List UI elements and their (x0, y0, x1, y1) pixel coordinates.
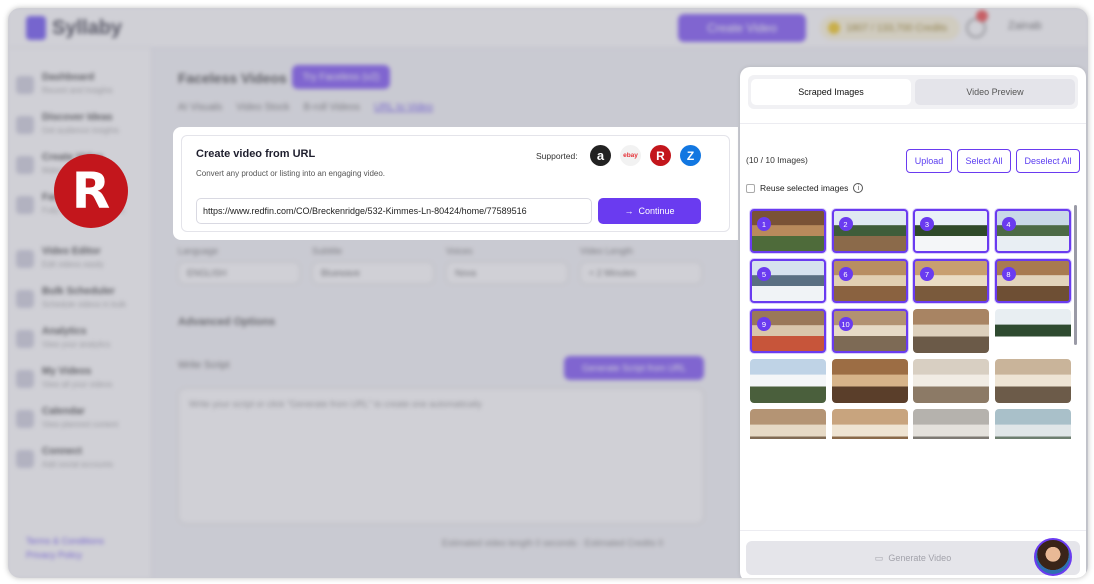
image-thumbnail[interactable] (994, 359, 1071, 403)
selection-badge: 3 (920, 217, 934, 231)
amazon-logo-icon: a (590, 145, 611, 166)
reuse-images-option[interactable]: Reuse selected images i (746, 183, 864, 193)
image-thumbnail[interactable]: 9 (750, 309, 826, 353)
image-grid: 1 2 3 4 5 6 7 8 9 10 (748, 207, 1076, 439)
image-thumbnail[interactable]: 6 (831, 259, 908, 303)
platform-glyph: ebay (623, 152, 638, 159)
info-glyph: i (857, 184, 860, 192)
redfin-overlay-logo: R (54, 154, 128, 228)
reuse-label: Reuse selected images (760, 183, 849, 193)
scrollbar[interactable] (1074, 205, 1077, 345)
scraped-images-panel: Scraped Images Video Preview (10 / 10 Im… (740, 67, 1086, 578)
select-all-button[interactable]: Select All (957, 149, 1011, 173)
url-input[interactable]: https://www.redfin.com/CO/Breckenridge/5… (196, 198, 592, 224)
selection-badge: 2 (838, 217, 853, 231)
app-window: Syllaby Create Video 1807 / 133,700 Cred… (8, 8, 1088, 578)
platform-glyph: R (656, 148, 665, 163)
reuse-checkbox[interactable] (746, 183, 755, 193)
image-thumbnail[interactable] (831, 409, 908, 439)
supported-label: Supported: (536, 151, 578, 161)
selection-badge: 9 (757, 317, 771, 331)
image-thumbnail[interactable]: 10 (831, 309, 908, 353)
image-thumbnail[interactable]: 3 (913, 209, 989, 253)
url-card-inner: Create video from URL Convert any produc… (181, 135, 730, 232)
url-card-title: Create video from URL (196, 148, 316, 160)
image-count: (10 / 10 Images) (746, 155, 808, 165)
selection-badge: 10 (838, 317, 853, 331)
panel-tabs: Scraped Images Video Preview (748, 75, 1078, 109)
upload-button[interactable]: Upload (906, 149, 952, 173)
tab-scraped-images[interactable]: Scraped Images (751, 79, 911, 105)
continue-button[interactable]: → Continue (598, 198, 701, 224)
selection-badge: 7 (920, 267, 934, 281)
platform-glyph: Z (686, 148, 695, 163)
selection-badge: 6 (838, 267, 853, 281)
generate-video-label: Generate Video (888, 553, 952, 563)
zillow-logo-icon: Z (680, 145, 701, 166)
ebay-logo-icon: ebay (620, 145, 641, 166)
image-thumbnail[interactable]: 2 (831, 209, 908, 253)
redfin-overlay-glyph: R (71, 162, 111, 220)
generate-video-button[interactable]: ▭ Generate Video (746, 541, 1080, 575)
selection-badge: 8 (1001, 267, 1016, 281)
video-camera-icon: ▭ (874, 552, 884, 563)
image-thumbnail[interactable] (913, 309, 989, 353)
image-thumbnail[interactable]: 5 (750, 259, 826, 303)
image-thumbnail[interactable]: 8 (994, 259, 1071, 303)
image-thumbnail[interactable]: 7 (913, 259, 989, 303)
continue-label: Continue (638, 206, 675, 216)
selection-badge: 1 (757, 217, 771, 231)
selection-badge: 4 (1001, 217, 1016, 231)
platform-glyph: a (596, 148, 605, 163)
image-thumbnail[interactable] (750, 409, 826, 439)
info-icon[interactable]: i (853, 183, 864, 193)
redfin-logo-icon: R (650, 145, 671, 166)
image-thumbnail[interactable]: 4 (994, 209, 1071, 253)
image-thumbnail[interactable] (994, 409, 1071, 439)
image-thumbnail[interactable]: 1 (750, 209, 826, 253)
image-thumbnail[interactable] (994, 309, 1071, 353)
divider (740, 123, 1086, 124)
image-thumbnail[interactable] (913, 359, 989, 403)
arrow-right-icon: → (624, 206, 634, 216)
tab-video-preview[interactable]: Video Preview (915, 79, 1075, 105)
image-thumbnail[interactable] (831, 359, 908, 403)
deselect-all-button[interactable]: Deselect All (1016, 149, 1080, 173)
support-avatar[interactable] (1034, 538, 1072, 576)
selection-badge: 5 (757, 267, 771, 281)
image-thumbnail[interactable] (913, 409, 989, 439)
url-card-subtitle: Convert any product or listing into an e… (196, 169, 386, 178)
image-thumbnail[interactable] (750, 359, 826, 403)
url-card: Create video from URL Convert any produc… (173, 127, 738, 240)
divider (740, 530, 1086, 531)
